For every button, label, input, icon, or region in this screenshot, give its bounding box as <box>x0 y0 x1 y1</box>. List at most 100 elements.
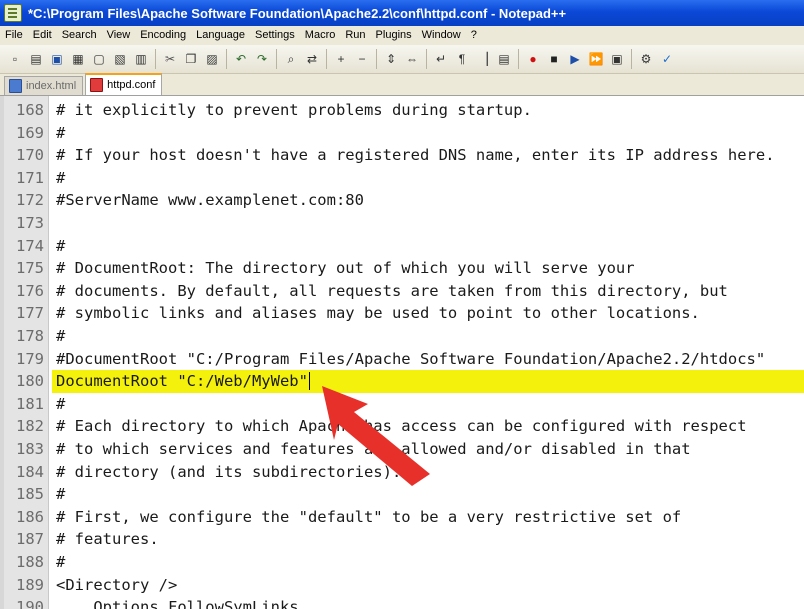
paste-icon[interactable]: ▨ <box>203 50 221 68</box>
open-file-icon[interactable]: ▤ <box>27 50 45 68</box>
redo-icon[interactable]: ↷ <box>253 50 271 68</box>
print-icon[interactable]: ▥ <box>132 50 150 68</box>
code-line[interactable]: 179 #DocumentRoot "C:/Program Files/Apach… <box>4 348 804 371</box>
zoom-in-icon[interactable]: + <box>332 50 350 68</box>
toolbar: ▫ ▤ ▣ ▦ ▢ ▧ ▥ ✂ ❐ ▨ ↶ ↷ ⌕ ⇄ + − ⇕ ⇔ ↵ ¶ ▕ ▤ ● ■ ▶ ⏩ ▣ ⚙ ✓ <box>0 45 804 74</box>
toolbar-separator <box>426 49 427 69</box>
menu-settings[interactable]: Settings <box>250 26 300 45</box>
tab-bar: index.html httpd.conf <box>0 73 804 96</box>
line-number: 179 <box>16 349 44 368</box>
tab-label: httpd.conf <box>107 79 156 91</box>
line-number: 168 <box>16 101 44 119</box>
line-text: # <box>56 394 66 413</box>
line-number: 184 <box>16 462 44 481</box>
close-icon[interactable]: ▢ <box>90 50 108 68</box>
editor-area[interactable]: 168 # it explicitly to prevent problems d… <box>0 96 804 609</box>
code-line[interactable]: 177 # symbolic links and aliases may be u… <box>4 302 804 325</box>
code-line[interactable]: 174 # <box>4 235 804 258</box>
line-text: # <box>56 168 66 187</box>
line-text: # First, we configure the "default" to b… <box>56 507 682 526</box>
code-line[interactable]: 168 # it explicitly to prevent problems d… <box>4 99 804 122</box>
menu-file[interactable]: File <box>0 26 28 45</box>
menu-window[interactable]: Window <box>417 26 466 45</box>
undo-icon[interactable]: ↶ <box>232 50 250 68</box>
stop-macro-icon[interactable]: ■ <box>545 50 563 68</box>
close-all-icon[interactable]: ▧ <box>111 50 129 68</box>
line-number: 178 <box>16 327 44 345</box>
line-text: # it explicitly to prevent problems duri… <box>56 101 532 119</box>
code-line[interactable]: 186 # First, we configure the "default" t… <box>4 506 804 529</box>
save-all-icon[interactable]: ▦ <box>69 50 87 68</box>
cut-icon[interactable]: ✂ <box>161 50 179 68</box>
tab-index-html[interactable]: index.html <box>4 76 84 95</box>
line-text: # symbolic links and aliases may be used… <box>56 304 700 323</box>
line-text: DocumentRoot "C:/Web/MyWeb" <box>56 372 308 391</box>
tool-icon[interactable]: ⚙ <box>637 50 655 68</box>
word-wrap-icon[interactable]: ↵ <box>432 50 450 68</box>
text-cursor <box>309 372 310 391</box>
sync-horizontal-icon[interactable]: ⇔ <box>403 50 421 68</box>
record-macro-icon[interactable]: ● <box>524 50 542 68</box>
line-number: 186 <box>16 507 44 526</box>
code-line[interactable]: 190 Options FollowSymLinks <box>4 596 804 609</box>
window-title: *C:\Program Files\Apache Software Founda… <box>28 5 567 21</box>
code-line[interactable]: 182 # Each directory to which Apache has … <box>4 415 804 438</box>
code-line[interactable]: 171 # <box>4 167 804 190</box>
line-text: #ServerName www.examplenet.com:80 <box>56 191 364 210</box>
indent-guide-icon[interactable]: ▕ <box>474 50 492 68</box>
code-line[interactable]: 172 #ServerName www.examplenet.com:80 <box>4 189 804 212</box>
code-line[interactable]: 189 <Directory /> <box>4 574 804 597</box>
line-number: 181 <box>16 394 44 413</box>
menu-search[interactable]: Search <box>57 26 102 45</box>
code-line[interactable]: 183 # to which services and features are … <box>4 438 804 461</box>
line-text: #DocumentRoot "C:/Program Files/Apache S… <box>56 349 766 368</box>
unsaved-file-icon <box>90 78 104 92</box>
menu-edit[interactable]: Edit <box>28 26 57 45</box>
save-icon[interactable]: ▣ <box>48 50 66 68</box>
code-line[interactable]: 178 # <box>4 325 804 348</box>
code-line[interactable]: 187 # features. <box>4 528 804 551</box>
tab-httpd-conf[interactable]: httpd.conf <box>85 73 163 95</box>
line-number: 180 <box>16 372 44 391</box>
toolbar-separator <box>631 49 632 69</box>
menu-encoding[interactable]: Encoding <box>135 26 191 45</box>
highlighted-code-line[interactable]: 180 DocumentRoot "C:/Web/MyWeb" <box>4 370 804 393</box>
toolbar-separator <box>326 49 327 69</box>
save-macro-icon[interactable]: ▣ <box>608 50 626 68</box>
code-line[interactable]: 170 # If your host doesn't have a registe… <box>4 144 804 167</box>
spell-check-icon[interactable]: ✓ <box>658 50 676 68</box>
menu-run[interactable]: Run <box>340 26 370 45</box>
line-number: 176 <box>16 281 44 300</box>
code-line[interactable]: 188 # <box>4 551 804 574</box>
replace-icon[interactable]: ⇄ <box>303 50 321 68</box>
show-all-chars-icon[interactable]: ¶ <box>453 50 471 68</box>
find-icon[interactable]: ⌕ <box>282 50 300 68</box>
code-line[interactable]: 185 # <box>4 483 804 506</box>
code-line[interactable]: 181 # <box>4 393 804 416</box>
code-line[interactable]: 175 # DocumentRoot: The directory out of … <box>4 257 804 280</box>
line-number: 172 <box>16 191 44 210</box>
play-multiple-icon[interactable]: ⏩ <box>587 50 605 68</box>
toolbar-separator <box>276 49 277 69</box>
line-number: 190 <box>16 598 44 609</box>
line-text: # <box>56 553 66 571</box>
menu-view[interactable]: View <box>102 26 136 45</box>
play-macro-icon[interactable]: ▶ <box>566 50 584 68</box>
line-number: 169 <box>16 123 44 142</box>
document-map-icon[interactable]: ▤ <box>495 50 513 68</box>
code-line[interactable]: 173 <box>4 212 804 235</box>
menu-help[interactable]: ? <box>466 26 482 45</box>
line-text: # features. <box>56 530 159 549</box>
code-line[interactable]: 169 # <box>4 122 804 145</box>
zoom-out-icon[interactable]: − <box>353 50 371 68</box>
code-line[interactable]: 176 # documents. By default, all requests… <box>4 280 804 303</box>
menu-language[interactable]: Language <box>191 26 250 45</box>
menu-bar: File Edit Search View Encoding Language Settin… <box>0 26 804 46</box>
line-number: 182 <box>16 417 44 436</box>
menu-macro[interactable]: Macro <box>300 26 341 45</box>
code-line[interactable]: 184 # directory (and its subdirectories). <box>4 461 804 484</box>
new-file-icon[interactable]: ▫ <box>6 50 24 68</box>
menu-plugins[interactable]: Plugins <box>371 26 417 45</box>
copy-icon[interactable]: ❐ <box>182 50 200 68</box>
sync-vertical-icon[interactable]: ⇕ <box>382 50 400 68</box>
